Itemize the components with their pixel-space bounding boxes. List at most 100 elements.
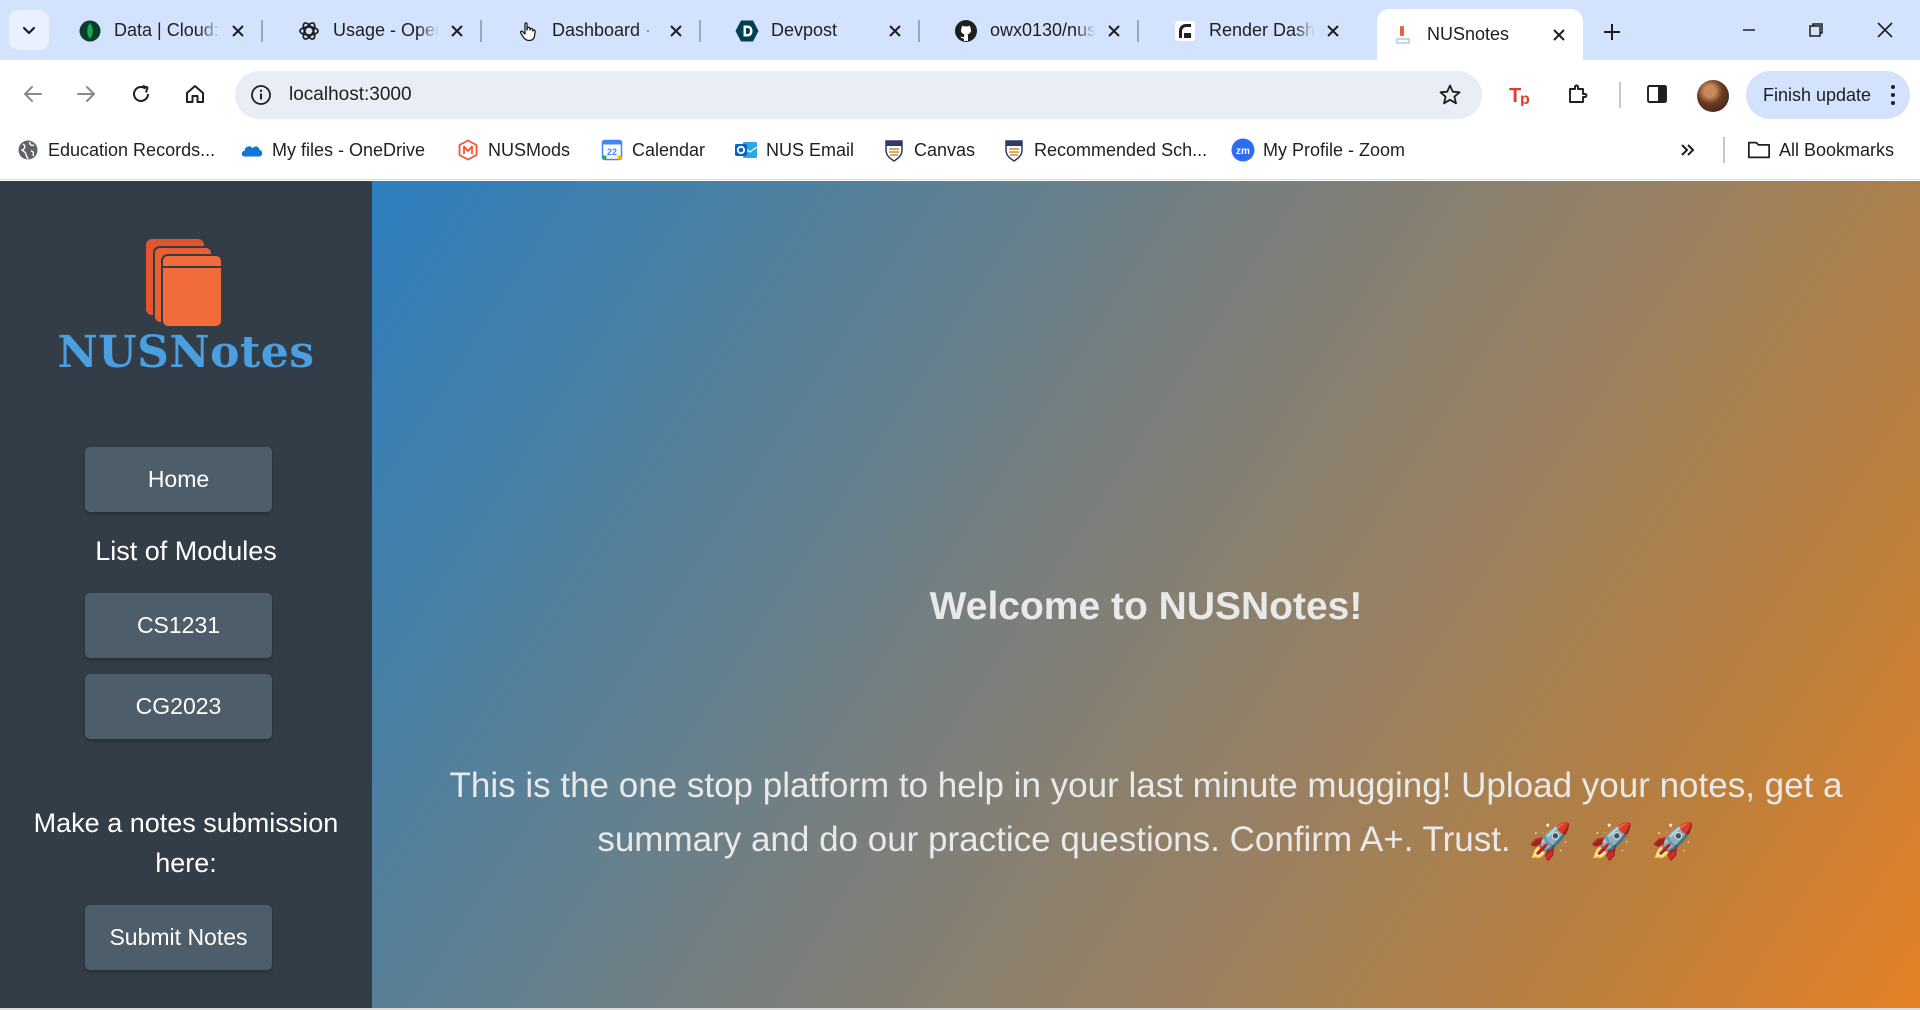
- restore-button[interactable]: [1794, 10, 1838, 50]
- close-tab-icon[interactable]: [664, 19, 688, 43]
- close-icon: [1877, 22, 1893, 38]
- plus-icon: [1604, 24, 1620, 40]
- tab-nusnotes[interactable]: NUSnotes: [1377, 9, 1583, 60]
- brand-logo-text: NUSNotes: [57, 327, 315, 378]
- bookmarks-separator: [1723, 137, 1725, 163]
- bookmark-label: My Profile - Zoom: [1263, 139, 1406, 160]
- close-tab-icon[interactable]: [1102, 19, 1126, 43]
- close-tab-icon[interactable]: [1547, 23, 1571, 47]
- tab-mongodb[interactable]: Data | Cloud: MongoDB Cloud: [64, 9, 263, 52]
- intro-paragraph: This is the one stop platform to help in…: [432, 759, 1860, 869]
- svg-text:zm: zm: [1236, 146, 1250, 157]
- close-tab-icon[interactable]: [1321, 19, 1345, 43]
- home-button[interactable]: Home: [85, 447, 272, 512]
- restore-icon: [1809, 23, 1823, 37]
- close-tab-icon[interactable]: [226, 19, 250, 43]
- bookmark-canvas[interactable]: Canvas: [882, 136, 975, 164]
- crest-icon: [882, 138, 906, 162]
- mongodb-leaf-icon: [78, 19, 102, 43]
- react-app-icon: [1391, 23, 1415, 47]
- bookmark-education-records[interactable]: Education Records...: [16, 136, 215, 164]
- new-tab-button[interactable]: [1594, 14, 1630, 50]
- tab-separator: [918, 20, 920, 42]
- bookmark-nus-email[interactable]: NUS Email: [734, 136, 854, 164]
- nusmods-icon: [456, 138, 480, 162]
- forward-button[interactable]: [66, 74, 106, 114]
- bookmark-label: Recommended Sch...: [1034, 139, 1208, 160]
- site-info-icon[interactable]: [249, 83, 273, 107]
- bookmark-recommended-schedule[interactable]: Recommended Sch...: [1002, 136, 1207, 164]
- tab-search-button[interactable]: [9, 10, 49, 50]
- render-icon: [1173, 19, 1197, 43]
- modules-heading: List of Modules: [95, 536, 277, 566]
- bookmark-label: My files - OneDrive: [272, 139, 426, 160]
- address-bar[interactable]: localhost:3000: [235, 71, 1482, 119]
- extensions-puzzle-icon[interactable]: [1560, 76, 1596, 112]
- folder-icon: [1747, 138, 1771, 162]
- arrow-left-icon: [24, 86, 42, 102]
- bookmark-calendar[interactable]: 22 Calendar: [600, 136, 705, 164]
- welcome-heading: Welcome to NUSNotes!: [929, 585, 1363, 628]
- tab-devpost[interactable]: Devpost: [721, 9, 920, 52]
- tab-title: NUSnotes: [1427, 24, 1510, 44]
- zoom-icon: zm: [1231, 138, 1255, 162]
- bookmarks-overflow-chevron-icon[interactable]: [1676, 138, 1700, 162]
- tab-separator: [699, 20, 701, 42]
- tab-separator: [261, 20, 263, 42]
- minimize-button[interactable]: [1727, 10, 1771, 50]
- tab-openai-usage[interactable]: Usage - OpenAI API: [283, 9, 482, 52]
- bookmark-label: Canvas: [914, 139, 976, 160]
- crest-icon: [1002, 138, 1026, 162]
- module-button-cs1231[interactable]: CS1231: [85, 593, 272, 658]
- globe-icon: [16, 138, 40, 162]
- bookmark-label: Calendar: [632, 139, 706, 160]
- openai-icon: [297, 19, 321, 43]
- side-panel-icon[interactable]: [1639, 76, 1675, 112]
- svg-text:22: 22: [607, 147, 617, 157]
- close-window-button[interactable]: [1863, 10, 1907, 50]
- all-bookmarks-label: All Bookmarks: [1779, 139, 1895, 160]
- tab-title: owx0130/nusnotes: [990, 20, 1096, 40]
- tab-separator: [1137, 20, 1139, 42]
- back-button[interactable]: [13, 74, 53, 114]
- finish-update-button[interactable]: Finish update: [1746, 71, 1910, 119]
- tab-title: Usage - OpenAI API: [333, 20, 439, 40]
- calendar-icon: 22: [600, 138, 624, 162]
- minimize-icon: [1743, 29, 1755, 31]
- bookmark-zoom-profile[interactable]: zm My Profile - Zoom: [1231, 136, 1405, 164]
- reload-icon: [133, 85, 149, 102]
- tab-title: Data | Cloud: MongoDB Cloud: [114, 20, 220, 40]
- github-icon: [954, 19, 978, 43]
- tab-title: Render Dashboard: [1209, 20, 1315, 40]
- tab-render[interactable]: Render Dashboard: [1159, 9, 1357, 52]
- app-page: NUSNotes Home List of Modules CS1231 CG2…: [0, 181, 1920, 1010]
- tab-heroku[interactable]: Dashboard · Heroku: [502, 9, 701, 52]
- bookmark-label: NUS Email: [766, 139, 855, 160]
- url-text[interactable]: localhost:3000: [289, 83, 412, 107]
- onedrive-icon: [240, 138, 264, 162]
- close-tab-icon[interactable]: [883, 19, 907, 43]
- arrow-right-icon: [77, 86, 95, 102]
- hand-cursor-icon: [516, 19, 540, 43]
- home-button[interactable]: [175, 74, 215, 114]
- sidebar: NUSNotes Home List of Modules CS1231 CG2…: [0, 181, 372, 1010]
- rocket-emoji: 🚀: [1651, 821, 1695, 861]
- outlook-icon: [734, 138, 758, 162]
- reload-button[interactable]: [121, 74, 161, 114]
- profile-avatar[interactable]: [1697, 80, 1729, 112]
- bookmark-label: NUSMods: [488, 139, 571, 160]
- bookmark-star-icon[interactable]: [1438, 83, 1462, 107]
- bookmark-nusmods[interactable]: NUSMods: [456, 136, 570, 164]
- finish-update-label: Finish update: [1763, 84, 1872, 105]
- close-tab-icon[interactable]: [445, 19, 469, 43]
- svg-text:p: p: [1520, 91, 1530, 106]
- bookmark-onedrive[interactable]: My files - OneDrive: [240, 136, 425, 164]
- all-bookmarks-button[interactable]: All Bookmarks: [1747, 136, 1894, 164]
- chevron-down-icon: [22, 26, 36, 35]
- intro-text: This is the one stop platform to help in…: [449, 766, 1843, 859]
- submit-notes-button[interactable]: Submit Notes: [85, 905, 272, 970]
- tab-github[interactable]: owx0130/nusnotes: [940, 9, 1139, 52]
- extension-tp-icon[interactable]: Tp: [1504, 76, 1540, 112]
- more-menu-icon: [1890, 83, 1896, 107]
- module-button-cg2023[interactable]: CG2023: [85, 674, 272, 739]
